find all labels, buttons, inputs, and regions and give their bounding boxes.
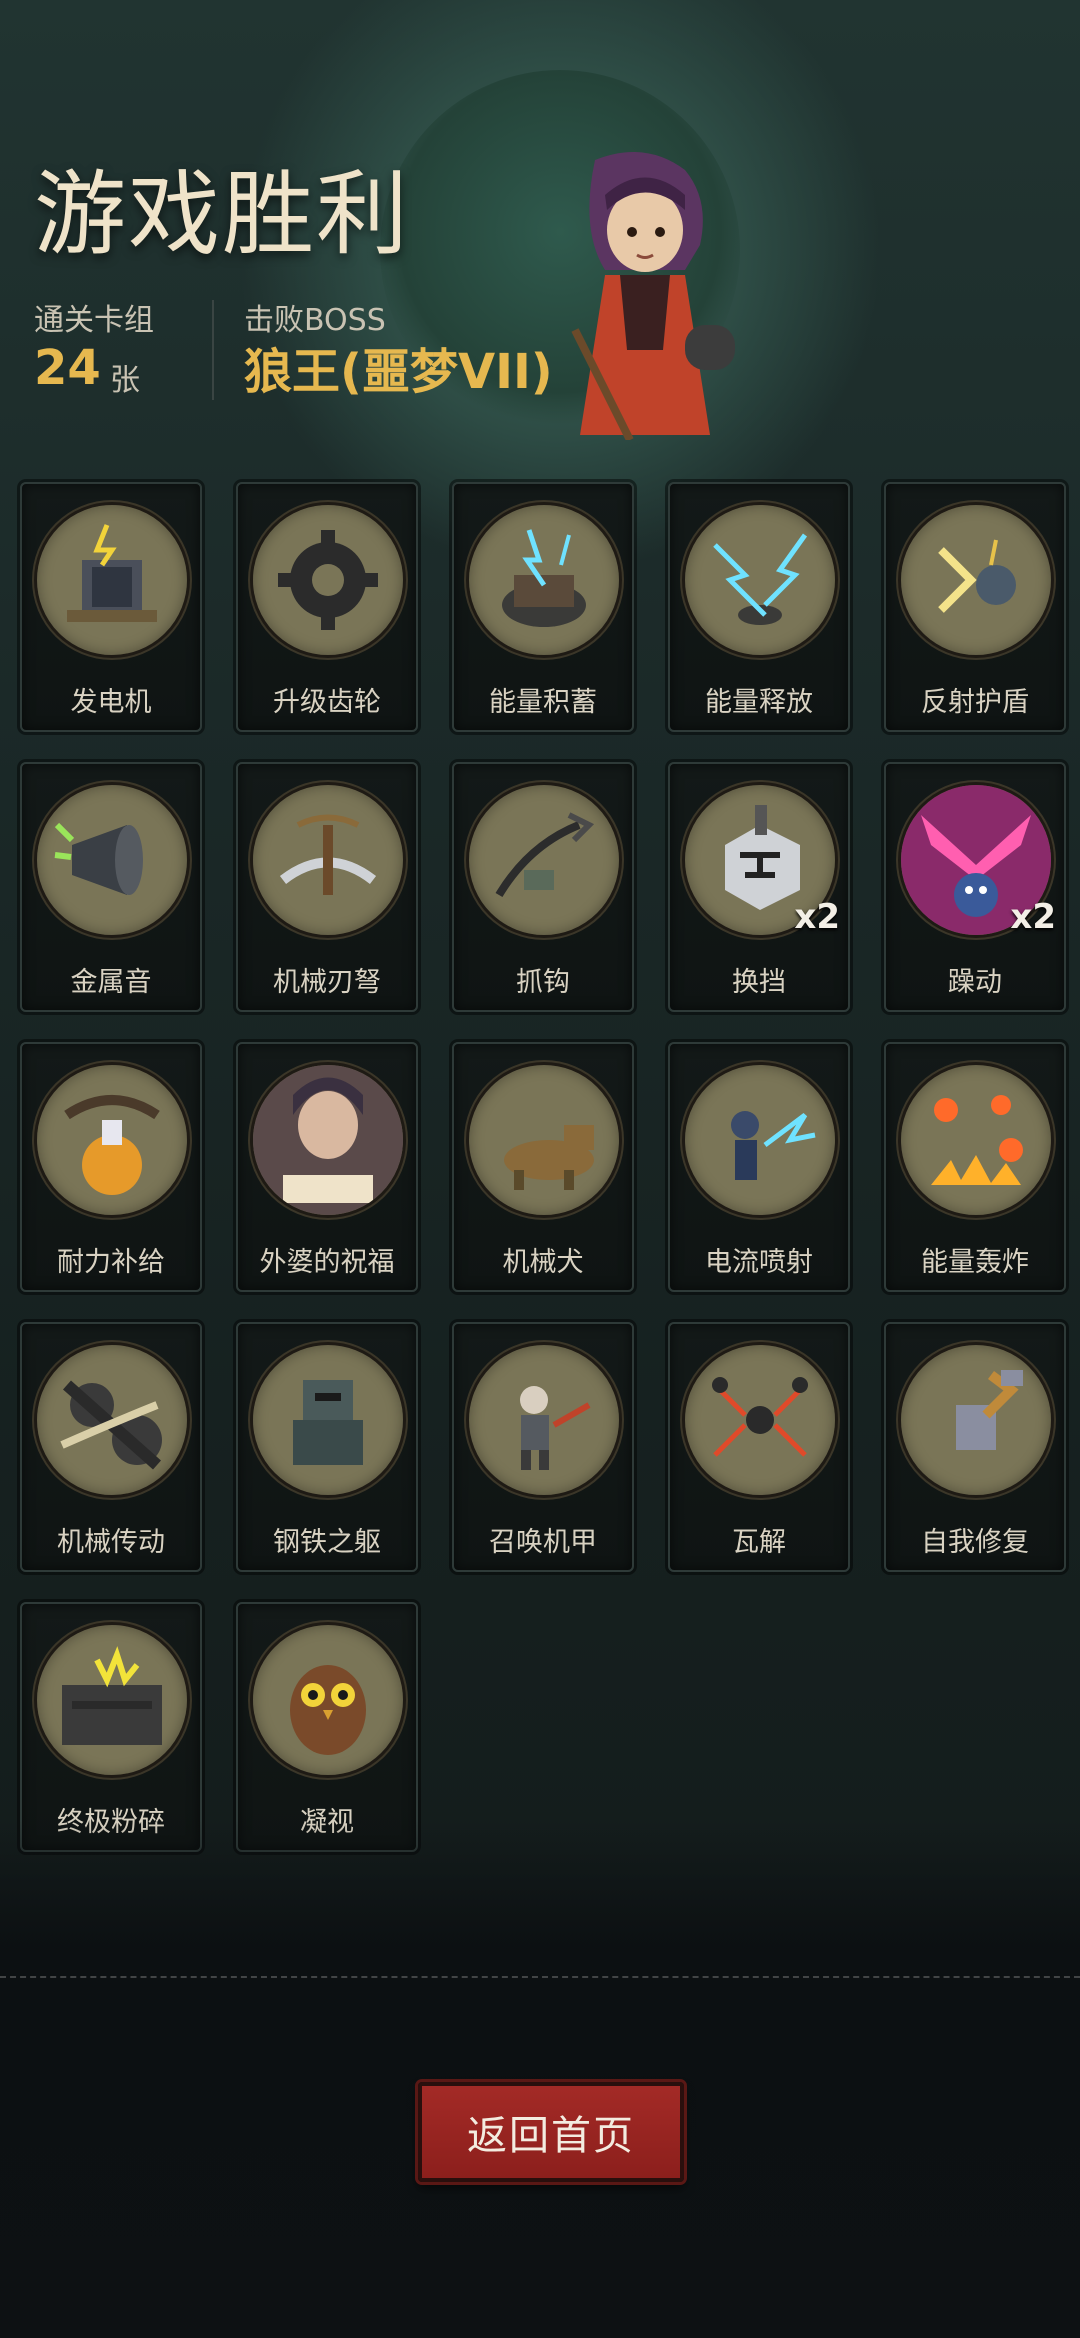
stamina-supply-icon (34, 1062, 190, 1218)
deck-card[interactable]: 钢铁之躯 (236, 1322, 418, 1572)
ground-silhouette (0, 1820, 1080, 2338)
card-name: 抓钩 (516, 967, 570, 998)
card-name: 能量释放 (705, 687, 813, 718)
card-count-badge: x2 (1010, 897, 1056, 937)
card-name: 机械犬 (502, 1247, 584, 1278)
card-name: 机械刃弩 (273, 967, 381, 998)
mech-drive-icon (34, 1342, 190, 1498)
boss-name: 狼王(噩梦VII) (244, 344, 553, 400)
deck-card[interactable]: 金属音 (20, 762, 202, 1012)
card-name: 升级齿轮 (273, 687, 381, 718)
self-repair-icon (898, 1342, 1054, 1498)
card-name: 金属音 (70, 967, 152, 998)
deck-card[interactable]: 反射护盾 (884, 482, 1066, 732)
summon-mech-icon (466, 1342, 622, 1498)
deck-card[interactable]: 机械传动 (20, 1322, 202, 1572)
deck-card[interactable]: 抓钩 (452, 762, 634, 1012)
energy-bombard-icon (898, 1062, 1054, 1218)
gear-icon (250, 502, 406, 658)
card-name: 能量积蓄 (489, 687, 597, 718)
header-divider (212, 300, 214, 400)
heroine-illustration (571, 152, 735, 440)
disintegrate-icon (682, 1342, 838, 1498)
card-name: 机械传动 (57, 1527, 165, 1558)
dashed-divider (0, 1976, 1080, 1978)
card-name: 自我修复 (921, 1527, 1029, 1558)
card-name: 外婆的祝福 (259, 1247, 395, 1278)
deck-card[interactable]: 外婆的祝福 (236, 1042, 418, 1292)
deck-card[interactable]: 机械犬 (452, 1042, 634, 1292)
energy-charge-icon (466, 502, 622, 658)
card-name: 发电机 (70, 687, 152, 718)
card-name: 耐力补给 (57, 1247, 165, 1278)
deck-card[interactable]: 自我修复 (884, 1322, 1066, 1572)
metal-horn-icon (34, 782, 190, 938)
deck-card[interactable]: 电流喷射 (668, 1042, 850, 1292)
deck-card[interactable]: 能量轰炸 (884, 1042, 1066, 1292)
deck-card[interactable]: 发电机 (20, 482, 202, 732)
ultimate-crush-icon (34, 1622, 190, 1778)
owl-gaze-icon (250, 1622, 406, 1778)
deck-card[interactable]: 瓦解 (668, 1322, 850, 1572)
card-name: 瓦解 (732, 1527, 786, 1558)
deck-card[interactable]: x2 躁动 (884, 762, 1066, 1012)
deck-unit: 张 (110, 363, 140, 398)
card-name: 反射护盾 (921, 687, 1029, 718)
return-home-button[interactable]: 返回首页 (418, 2082, 684, 2182)
steel-body-icon (250, 1342, 406, 1498)
card-count-badge: x2 (794, 897, 840, 937)
deck-card[interactable]: 能量积蓄 (452, 482, 634, 732)
grandma-blessing-icon (250, 1062, 406, 1218)
energy-release-icon (682, 502, 838, 658)
deck-card[interactable]: 升级齿轮 (236, 482, 418, 732)
card-name: 能量轰炸 (921, 1247, 1029, 1278)
deck-card[interactable]: 机械刃弩 (236, 762, 418, 1012)
deck-card[interactable]: x2 换挡 (668, 762, 850, 1012)
deck-card[interactable]: 终极粉碎 (20, 1602, 202, 1852)
card-name: 换挡 (732, 967, 786, 998)
electric-spray-icon (682, 1062, 838, 1218)
deck-count: 24 (34, 340, 101, 396)
deck-card[interactable]: 召唤机甲 (452, 1322, 634, 1572)
card-name: 钢铁之躯 (273, 1527, 381, 1558)
mech-dog-icon (466, 1062, 622, 1218)
deck-label: 通关卡组 (34, 303, 154, 338)
deck-card[interactable]: 能量释放 (668, 482, 850, 732)
card-name: 躁动 (948, 967, 1002, 998)
reflect-shield-icon (898, 502, 1054, 658)
generator-icon (34, 502, 190, 658)
grappling-hook-icon (466, 782, 622, 938)
card-name: 电流喷射 (705, 1247, 813, 1278)
deck-card[interactable]: 耐力补给 (20, 1042, 202, 1292)
blade-crossbow-icon (250, 782, 406, 938)
deck-card[interactable]: 凝视 (236, 1602, 418, 1852)
victory-title: 游戏胜利 (34, 161, 411, 268)
card-name: 召唤机甲 (489, 1527, 597, 1558)
